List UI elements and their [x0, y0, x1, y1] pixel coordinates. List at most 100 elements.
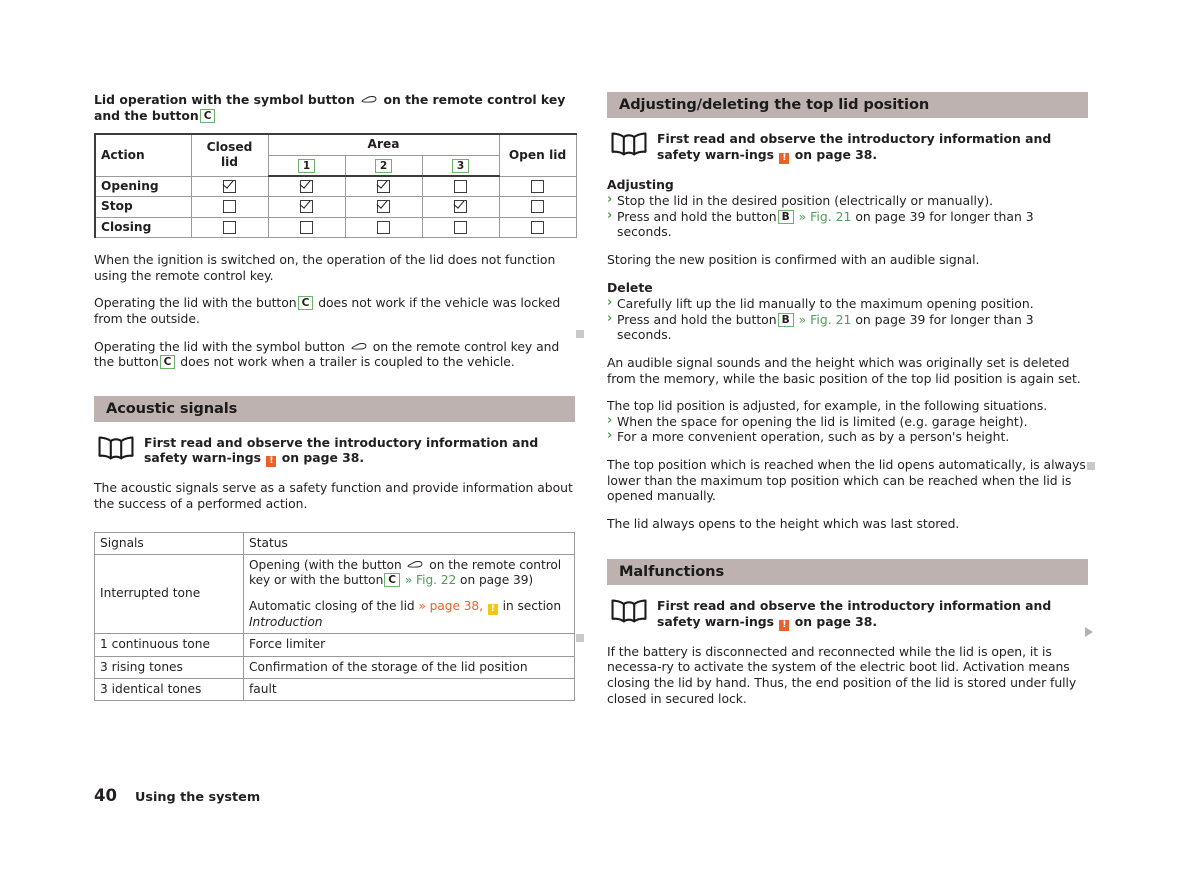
checkbox-unchecked	[454, 180, 467, 193]
warning-exclamation-icon: !	[779, 619, 790, 631]
car-boot-symbol-icon	[408, 561, 423, 568]
th-signals: Signals	[94, 531, 244, 555]
th-status: Status	[243, 531, 575, 555]
list-item: Press and hold the buttonB » Fig. 21 on …	[607, 208, 1088, 240]
continued-marker	[1085, 627, 1093, 637]
list-item: Press and hold the buttonB » Fig. 21 on …	[607, 311, 1088, 343]
checkbox-unchecked	[377, 220, 390, 234]
open-book-icon	[611, 599, 647, 623]
end-of-section-marker	[576, 330, 584, 338]
section-heading-acoustic-signals: Acoustic signals	[94, 395, 575, 422]
paragraph-malfunctions-body: If the battery is disconnected and recon…	[607, 643, 1077, 706]
th-closed-lid: Closed lid	[190, 133, 269, 177]
table-header-row: Signals Status	[94, 531, 575, 555]
action-table-caption: Lid operation with the symbol button on …	[94, 92, 575, 123]
button-c-token: C	[199, 108, 216, 123]
cell-closing-closed	[190, 216, 269, 239]
th-area-3: 3	[421, 154, 500, 177]
checkbox-unchecked	[223, 200, 236, 214]
cell-stop-area2	[344, 196, 423, 218]
table-row: Stop	[94, 196, 577, 218]
text-fragment: Automatic closing of the lid	[249, 598, 415, 613]
text-fragment: on page 38.	[794, 613, 878, 629]
th-area-2: 2	[344, 154, 423, 177]
text-fragment: Press and hold the button	[617, 208, 777, 224]
paragraph-ignition: When the ignition is switched on, the op…	[94, 252, 556, 283]
warning-exclamation-icon: !	[779, 152, 790, 164]
text-fragment: Operating the lid with the symbol button	[94, 338, 345, 354]
section-heading-adjusting-deleting: Adjusting/deleting the top lid position	[607, 92, 1088, 118]
cell-closing-open	[498, 216, 577, 239]
checkbox-unchecked	[454, 220, 467, 234]
paragraph-storing-confirmation: Storing the new position is confirmed wi…	[607, 251, 980, 267]
th-area-1: 1	[267, 154, 346, 177]
row-label-stop: Stop	[94, 196, 192, 218]
figure-reference-link[interactable]: » Fig. 21	[799, 209, 852, 224]
cell-status-identical-tones: fault	[243, 677, 575, 702]
situations-list: When the space for opening the lid is li…	[607, 413, 1088, 445]
button-b-token: B	[777, 209, 794, 224]
cell-opening-open	[498, 175, 577, 198]
text-fragment: on page 39)	[460, 573, 534, 588]
list-item: For a more convenient operation, such as…	[607, 428, 1088, 445]
subheading-delete: Delete	[607, 279, 653, 295]
button-c-token: C	[384, 573, 400, 588]
paragraph-situations-lead: The top lid position is adjusted, for ex…	[607, 398, 1048, 414]
cell-signal-rising-tones: 3 rising tones	[94, 655, 244, 680]
text-fragment: Press and hold the button	[617, 311, 777, 327]
lid-operation-table: Action Closed lid Area Open lid 1 2 3 Op…	[94, 133, 577, 239]
safety-note-text: First read and observe the introductory …	[657, 597, 1088, 631]
figure-reference-link[interactable]: » Fig. 21	[799, 312, 852, 327]
cell-signal-continuous-tone: 1 continuous tone	[94, 633, 244, 657]
page-number: 40	[94, 786, 117, 805]
text-fragment: on page 38.	[794, 146, 878, 162]
cell-status-continuous-tone: Force limiter	[243, 633, 575, 657]
section-name-italic: Introduction	[249, 614, 323, 629]
cell-opening-area1	[267, 175, 346, 198]
manual-page: Lid operation with the symbol button on …	[0, 0, 1200, 876]
row-label-opening: Opening	[94, 175, 192, 198]
button-c-token: C	[297, 296, 314, 311]
checkbox-checked	[300, 200, 313, 214]
cell-signal-identical-tones: 3 identical tones	[94, 677, 244, 702]
car-boot-symbol-icon	[351, 342, 367, 350]
table-row: 3 rising tones Confirmation of the stora…	[94, 655, 575, 680]
cell-signal-interrupted-tone: Interrupted tone	[94, 553, 244, 635]
row-label-closing: Closing	[94, 216, 192, 239]
checkbox-unchecked	[531, 220, 544, 234]
status-line-2: Automatic closing of the lid » page 38, …	[249, 599, 569, 630]
text-fragment: on page 38.	[281, 450, 365, 466]
paragraph-acoustic-intro: The acoustic signals serve as a safety f…	[94, 480, 573, 511]
table-row: Interrupted tone Opening (with the butto…	[94, 553, 575, 635]
cell-opening-area2	[344, 175, 423, 198]
safety-note-adjusting: First read and observe the introductory …	[607, 130, 1088, 164]
list-item: When the space for opening the lid is li…	[607, 413, 1088, 430]
figure-reference-link[interactable]: » Fig. 22	[405, 573, 456, 587]
cell-stop-area3	[421, 196, 500, 218]
list-item: Stop the lid in the desired position (el…	[607, 192, 1088, 209]
left-column: Lid operation with the symbol button on …	[94, 92, 577, 702]
end-of-section-marker	[1087, 462, 1095, 470]
table-row: 1 continuous tone Force limiter	[94, 633, 575, 657]
status-line-1: Opening (with the button on the remote c…	[249, 558, 569, 589]
text-fragment: Opening (with the button	[249, 557, 402, 572]
open-book-icon	[611, 132, 647, 156]
section-heading-malfunctions: Malfunctions	[607, 559, 1088, 586]
paragraph-top-position: The top position which is reached when t…	[607, 456, 1086, 504]
subheading-adjusting: Adjusting	[607, 176, 674, 192]
page-reference-link[interactable]: » page 38,	[418, 599, 483, 613]
checkbox-unchecked	[531, 200, 544, 214]
delete-steps-list: Carefully lift up the lid manually to th…	[607, 295, 1088, 343]
checkbox-unchecked	[223, 220, 236, 234]
text-fragment: does not work when a trailer is coupled …	[180, 354, 515, 370]
right-column: Adjusting/deleting the top lid position …	[607, 92, 1088, 718]
checkbox-checked	[300, 180, 313, 193]
button-c-token: C	[159, 355, 176, 370]
cell-stop-open	[498, 196, 577, 218]
paragraph-last-stored: The lid always opens to the height which…	[607, 515, 960, 531]
cell-opening-area3	[421, 175, 500, 198]
cell-closing-area3	[421, 216, 500, 239]
cell-opening-closed	[190, 175, 269, 198]
safety-note-malfunctions: First read and observe the introductory …	[607, 597, 1088, 631]
cell-stop-area1	[267, 196, 346, 218]
